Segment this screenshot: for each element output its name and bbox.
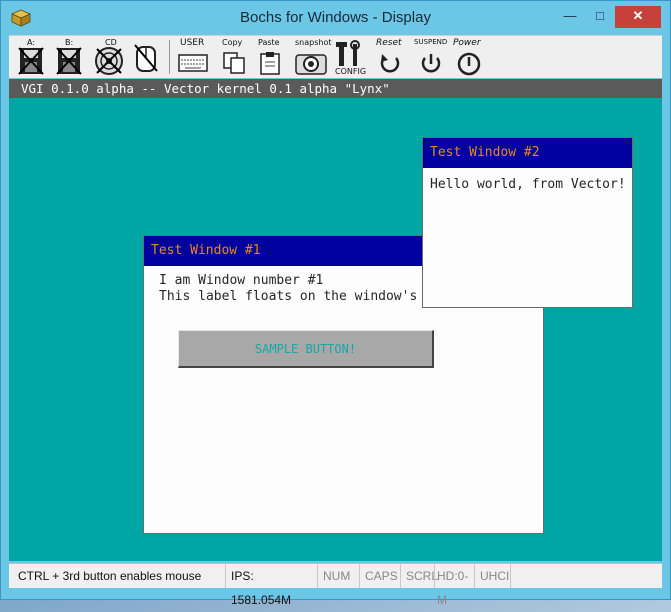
floppy-a-icon [18,47,44,75]
bochs-window: Bochs for Windows - Display — □ ✕ A: B: [0,0,671,607]
mouse-button[interactable] [131,38,161,76]
snapshot-label: snapshot [295,38,332,47]
suspend-icon [421,54,441,73]
paste-icon [260,52,280,75]
ips-indicator: IPS: 1581.054M [225,564,317,607]
mouse-hint: CTRL + 3rd button enables mouse [18,569,202,583]
vgi-header-bar: VGI 0.1.0 alpha -- Vector kernel 0.1 alp… [9,79,662,98]
title-bar[interactable]: Bochs for Windows - Display — □ ✕ [1,1,670,35]
close-button[interactable]: ✕ [615,6,661,28]
floppy-b-icon [56,47,82,75]
cdrom-button[interactable]: CD [93,38,125,76]
maximize-button[interactable]: □ [586,6,614,28]
config-label: CONFIG [335,67,367,76]
keyboard-icon [178,54,208,72]
reset-label: Reset [376,38,402,48]
status-bar: CTRL + 3rd button enables mouse IPS: 158… [9,563,662,607]
config-button[interactable]: CONFIG [335,38,367,76]
suspend-label: SUSPEND [414,38,448,46]
toolbar-separator [169,40,170,74]
copy-button[interactable]: Copy [221,38,247,76]
window-1-label-line1: I am Window number #1 [159,273,324,288]
num-lock-indicator: NUM [317,564,359,588]
toolbar: A: B: CD USER Copy Paste snapshot CONFIG… [9,35,662,78]
test-window-2[interactable]: Test Window #2 Hello world, from Vector! [422,137,633,308]
test-window-2-title[interactable]: Test Window #2 [423,138,632,168]
status-empty-cell [510,564,662,588]
scroll-lock-indicator: SCRL [400,564,438,588]
config-icon [336,40,360,66]
sample-button[interactable]: SAMPLE BUTTON! [178,330,434,368]
mouse-icon [134,44,158,72]
snapshot-button[interactable]: snapshot [293,38,332,76]
user-keyboard-button[interactable]: USER [177,38,209,76]
floppy-a-button[interactable]: A: [17,38,45,76]
paste-button[interactable]: Paste [257,38,283,76]
caps-lock-indicator: CAPS [359,564,400,588]
window-1-label-line2: This label floats on the window's [159,289,418,304]
power-button[interactable]: Power [453,38,485,76]
power-label: Power [453,38,481,48]
reset-icon [380,54,400,73]
emulator-display[interactable]: Test Window #1 I am Window number #1 Thi… [9,98,662,561]
window-2-label: Hello world, from Vector! [430,177,626,192]
cdrom-icon [95,47,123,75]
user-label: USER [180,38,205,48]
hd-indicator: HD:0-M [434,564,474,607]
snapshot-icon [295,54,327,75]
copy-label: Copy [222,38,243,47]
suspend-button[interactable]: SUSPEND [413,38,449,76]
power-icon [457,52,481,76]
minimize-button[interactable]: — [556,6,584,28]
floppy-b-button[interactable]: B: [55,38,83,76]
uhci-indicator: UHCI [474,564,510,588]
paste-label: Paste [258,38,280,47]
reset-button[interactable]: Reset [373,38,407,76]
copy-icon [223,52,245,74]
